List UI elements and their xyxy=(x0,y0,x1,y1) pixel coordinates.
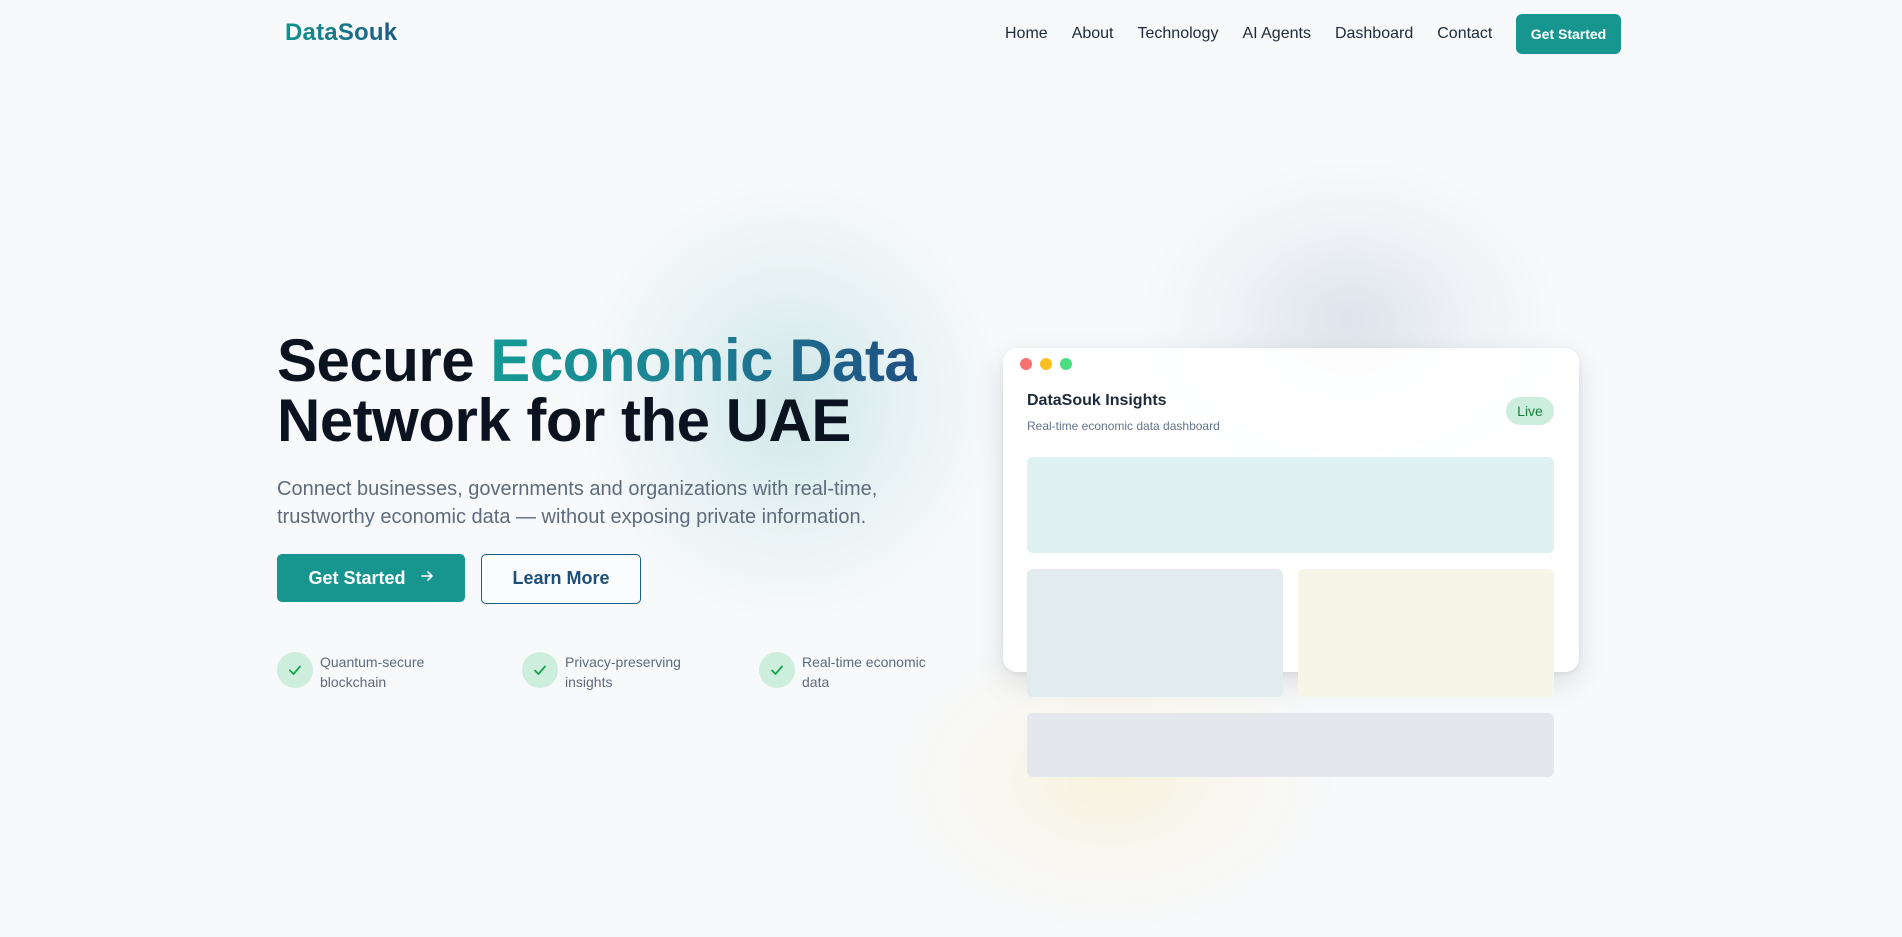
dashboard-placeholder-chart xyxy=(1027,457,1554,553)
nav-link-dashboard[interactable]: Dashboard xyxy=(1335,24,1413,44)
feature-label-line2: blockchain xyxy=(320,674,387,690)
hero-get-started-button[interactable]: Get Started xyxy=(277,554,465,602)
card-subtitle: Real-time economic data dashboard xyxy=(1027,419,1220,433)
dashboard-placeholder-footer xyxy=(1027,713,1554,777)
nav-link-home[interactable]: Home xyxy=(1005,24,1048,44)
nav-link-about[interactable]: About xyxy=(1072,24,1114,44)
feature-label: Quantum-secure blockchain xyxy=(320,652,470,692)
nav-links: Home About Technology AI Agents Dashboar… xyxy=(1005,24,1516,44)
card-title: DataSouk Insights xyxy=(1027,392,1167,409)
hero-subtitle-line1: Connect businesses, governments and orga… xyxy=(277,478,878,500)
feature-item: Real-time economic data xyxy=(759,652,952,692)
dashboard-placeholder-panel-left xyxy=(1027,569,1283,697)
check-icon xyxy=(759,652,795,688)
feature-item: Quantum-secure blockchain xyxy=(277,652,470,692)
live-badge: Live xyxy=(1506,397,1554,425)
window-minimize-dot xyxy=(1040,358,1052,370)
check-icon xyxy=(522,652,558,688)
nav-link-technology[interactable]: Technology xyxy=(1138,24,1219,44)
window-maximize-dot xyxy=(1060,358,1072,370)
feature-label-line1: Privacy-preserving xyxy=(565,654,681,670)
hero-learn-more-button[interactable]: Learn More xyxy=(481,554,641,604)
brand-logo[interactable]: DataSouk xyxy=(285,19,397,47)
arrow-right-icon xyxy=(420,569,434,588)
feature-label-line1: Quantum-secure xyxy=(320,654,425,670)
hero-title-line2: Network for the UAE xyxy=(277,387,851,454)
feature-label-line1: Real-time economic xyxy=(802,654,926,670)
hero-title: Secure Economic Data Network for the UAE xyxy=(277,331,977,451)
hero-subtitle-line2: trustworthy economic data — without expo… xyxy=(277,506,867,528)
nav-link-contact[interactable]: Contact xyxy=(1437,24,1492,44)
hero-subtitle: Connect businesses, governments and orga… xyxy=(277,475,907,531)
feature-label-line2: data xyxy=(802,674,830,690)
feature-label: Real-time economic data xyxy=(802,652,952,692)
feature-label-line2: insights xyxy=(565,674,613,690)
check-icon xyxy=(277,652,313,688)
nav-link-ai-agents[interactable]: AI Agents xyxy=(1242,24,1311,44)
top-navigation: DataSouk Home About Technology AI Agents… xyxy=(0,0,1902,68)
hero-title-accent: Economic Data xyxy=(490,327,918,394)
landing-page: DataSouk Home About Technology AI Agents… xyxy=(0,0,1902,937)
feature-label: Privacy-preserving insights xyxy=(565,652,715,692)
feature-item: Privacy-preserving insights xyxy=(522,652,715,692)
window-close-dot xyxy=(1020,358,1032,370)
hero-title-plain: Secure xyxy=(277,327,491,394)
nav-get-started-button[interactable]: Get Started xyxy=(1516,14,1621,54)
dashboard-placeholder-panel-right xyxy=(1298,569,1554,697)
hero-get-started-label: Get Started xyxy=(308,567,406,588)
